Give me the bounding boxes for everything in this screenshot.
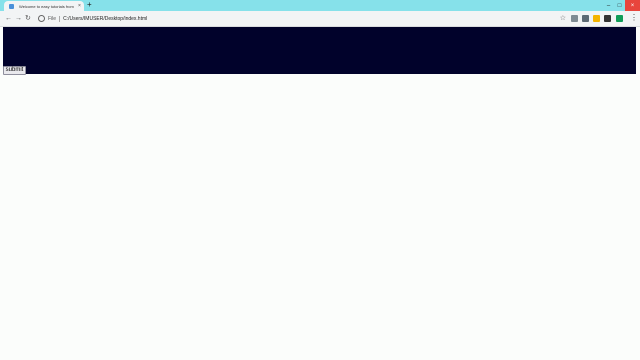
menu-icon[interactable]: ⋮ [630,13,638,22]
star-icon[interactable]: ☆ [560,13,566,24]
reload-icon[interactable]: ↻ [25,14,31,23]
page-favicon-icon [9,3,14,9]
url-text[interactable]: C:/Users/IMUSER/Desktop/index.html [63,16,147,22]
info-icon[interactable] [38,15,45,22]
close-window-button[interactable]: × [625,0,640,11]
extension-icon[interactable] [582,15,589,22]
tab-strip: Welcome to easy tutorials from × + – □ × [0,0,640,11]
url-scheme: File [48,15,57,22]
address-bar[interactable]: File C:/Users/IMUSER/Desktop/index.html … [36,13,568,24]
minimize-button[interactable]: – [603,0,614,11]
extension-icon[interactable] [604,15,611,22]
page-header [3,27,636,74]
browser-tab[interactable]: Welcome to easy tutorials from × [4,1,84,11]
tab-title: Welcome to easy tutorials from [19,3,74,9]
url-divider [59,15,61,22]
submit-button[interactable]: submit [3,66,26,75]
back-icon[interactable]: ← [5,14,12,23]
tab-close-icon[interactable]: × [78,3,81,9]
extension-icon[interactable] [616,15,623,22]
browser-toolbar: ← → ↻ File C:/Users/IMUSER/Desktop/index… [0,11,640,27]
maximize-button[interactable]: □ [614,0,625,11]
extension-icon[interactable] [593,15,600,22]
new-tab-button[interactable]: + [87,1,92,9]
forward-icon[interactable]: → [15,14,22,23]
extension-icon[interactable] [571,15,578,22]
